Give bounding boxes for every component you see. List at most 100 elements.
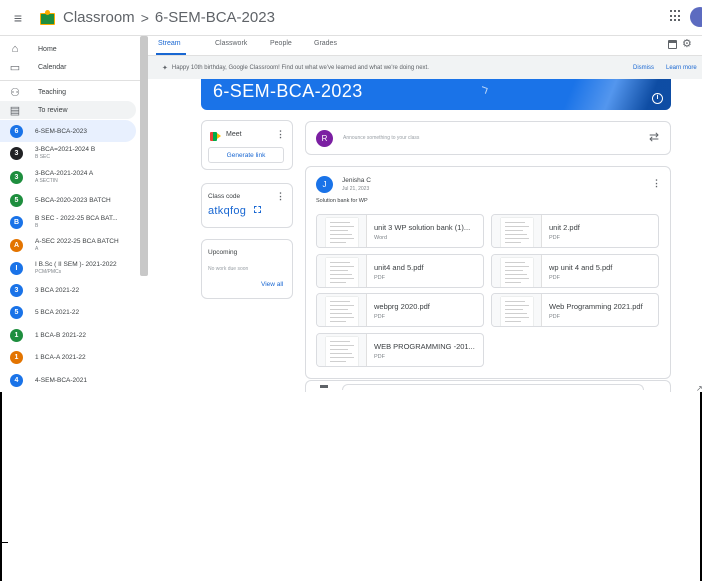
sidebar-scrollbar[interactable]: [140, 36, 148, 276]
calendar-icon[interactable]: [668, 40, 677, 49]
sidebar-item-teaching[interactable]: ⚇ Teaching: [0, 83, 136, 101]
more-options-icon[interactable]: ⋮: [652, 179, 661, 188]
attachment-name: unit 3 WP solution bank (1)...: [374, 223, 471, 232]
class-section: A: [35, 246, 39, 252]
class-code-value: atkqfog: [208, 205, 247, 217]
sidebar-class-item[interactable]: 3 3 BCA 2021-22: [0, 279, 136, 301]
class-name: 5-BCA-2020-2023 BATCH: [35, 196, 111, 204]
attachment-card[interactable]: Web Programming 2021.pdf PDF: [491, 293, 659, 327]
post-text: Solution bank for WP: [316, 198, 368, 204]
calendar-icon: ▭: [9, 61, 21, 74]
view-all-link[interactable]: View all: [261, 281, 283, 288]
attachment-name: WEB PROGRAMMING -201...: [374, 342, 475, 351]
sidebar-class-item[interactable]: B B SEC - 2022-25 BCA BAT... B: [0, 211, 136, 233]
attachment-name: unit4 and 5.pdf: [374, 263, 424, 272]
class-section: A SECTIN: [35, 178, 58, 184]
sidebar-class-item[interactable]: 6 6-SEM-BCA-2023: [0, 120, 136, 142]
sidebar-class-item[interactable]: 4 4-SEM-BCA-2021: [0, 369, 136, 391]
more-options-icon[interactable]: ⋮: [276, 130, 285, 139]
class-name: A-SEC 2022-25 BCA BATCH: [35, 238, 119, 245]
attachment-card[interactable]: webprg 2020.pdf PDF: [316, 293, 484, 327]
attachment-card[interactable]: unit 2.pdf PDF: [491, 214, 659, 248]
attachment-type: PDF: [549, 275, 560, 281]
sidebar-class-item[interactable]: 3 3-BCA=2021-2024 BB SEC: [0, 142, 136, 164]
google-apps-icon[interactable]: [670, 10, 682, 22]
sidebar-class-item[interactable]: 1 1 BCA-B 2021-22: [0, 324, 136, 346]
repost-icon[interactable]: ⇄: [649, 130, 659, 144]
user-avatar: R: [316, 130, 333, 147]
main-menu-icon[interactable]: ≡: [0, 0, 36, 36]
dismiss-button[interactable]: Dismiss: [633, 65, 654, 71]
class-initial-badge: 1: [10, 328, 23, 342]
class-section: B SEC: [35, 154, 51, 160]
learn-more-link[interactable]: Learn more: [666, 65, 697, 71]
class-initial-badge: I: [10, 261, 23, 275]
upcoming-card: Upcoming No work due soon View all: [201, 239, 293, 299]
sidebar-class-item[interactable]: A A-SEC 2022-25 BCA BATCH A: [0, 234, 136, 256]
people-icon: [320, 385, 328, 388]
class-name: 1 BCA-A 2021-22: [35, 353, 86, 361]
comment-input[interactable]: [342, 384, 644, 390]
sidebar: ⌂ Home ▭ Calendar ⚇ Teaching ▤ To review…: [0, 36, 148, 392]
class-name: 4-SEM-BCA-2021: [35, 376, 88, 384]
sidebar-class-item[interactable]: 5 5-BCA-2020-2023 BATCH: [0, 189, 136, 211]
class-section: PCM/PMCs: [35, 269, 62, 275]
app-title[interactable]: Classroom: [63, 9, 135, 26]
sidebar-class-item[interactable]: 5 5 BCA 2021-22: [0, 301, 136, 323]
review-icon: ▤: [9, 104, 21, 117]
sidebar-class-item[interactable]: 3 3-BCA-2021-2024 AA SECTIN: [0, 166, 136, 188]
attachment-name: unit 2.pdf: [549, 223, 580, 232]
blank-area: [0, 392, 702, 581]
attachment-card[interactable]: unit4 and 5.pdf PDF: [316, 254, 484, 288]
attachment-card[interactable]: WEB PROGRAMMING -201... PDF: [316, 333, 484, 367]
sidebar-item-label: To review: [38, 106, 68, 114]
attachment-card[interactable]: wp unit 4 and 5.pdf PDF: [491, 254, 659, 288]
settings-icon[interactable]: ⚙: [682, 38, 692, 50]
attachment-type: PDF: [549, 235, 560, 241]
active-tab-indicator: [156, 53, 186, 55]
document-thumbnail: [492, 294, 542, 326]
sidebar-item-label: Calendar: [38, 63, 67, 71]
class-initial-badge: 5: [10, 305, 23, 319]
tab-stream[interactable]: Stream: [158, 40, 181, 47]
class-name: 3-BCA-2021-2024 A: [35, 170, 94, 177]
upcoming-empty-text: No work due soon: [208, 266, 249, 272]
attachment-card[interactable]: unit 3 WP solution bank (1)... Word: [316, 214, 484, 248]
more-options-icon[interactable]: ⋮: [276, 192, 285, 201]
document-thumbnail: [317, 294, 367, 326]
home-icon: ⌂: [11, 43, 19, 55]
sidebar-item-to-review[interactable]: ▤ To review: [0, 101, 136, 119]
tab-people[interactable]: People: [270, 40, 292, 47]
announce-placeholder[interactable]: Announce something to your class: [343, 135, 419, 141]
document-thumbnail: [492, 215, 542, 247]
sidebar-class-item[interactable]: I I B.Sc ( II SEM )- 2021-2022 PCM/PMCs: [0, 257, 136, 279]
class-name: 6-SEM-BCA-2023: [35, 127, 88, 135]
class-banner-title: 6-SEM-BCA-2023: [213, 81, 363, 101]
class-name: I B.Sc ( II SEM )- 2021-2022: [35, 261, 117, 268]
announce-box[interactable]: R Announce something to your class ⇄: [305, 121, 671, 155]
fullscreen-icon[interactable]: [254, 206, 261, 213]
banner-decoration: [480, 86, 488, 94]
class-initial-badge: B: [10, 215, 23, 229]
announcement-banner: ✦ Happy 10th birthday, Google Classroom!…: [148, 56, 702, 79]
classroom-logo-icon[interactable]: [40, 9, 55, 26]
tab-grades[interactable]: Grades: [314, 40, 337, 47]
author-avatar: J: [316, 176, 333, 193]
account-avatar[interactable]: [690, 7, 702, 27]
attachment-type: PDF: [374, 275, 385, 281]
generate-link-button[interactable]: Generate link: [208, 147, 284, 163]
class-initial-badge: 4: [10, 373, 23, 387]
class-title[interactable]: 6-SEM-BCA-2023: [155, 9, 275, 26]
info-icon[interactable]: i: [652, 93, 663, 104]
sidebar-divider: [0, 80, 140, 81]
attachment-type: Word: [374, 235, 388, 241]
sidebar-item-home[interactable]: ⌂ Home: [0, 40, 136, 58]
top-app-bar: ≡ Classroom > 6-SEM-BCA-2023: [0, 0, 702, 36]
tab-classwork[interactable]: Classwork: [215, 40, 247, 47]
class-name: 3 BCA 2021-22: [35, 286, 80, 294]
sidebar-item-label: Teaching: [38, 88, 67, 96]
sidebar-class-item[interactable]: 1 1 BCA-A 2021-22: [0, 346, 136, 368]
class-initial-badge: A: [10, 238, 23, 252]
sidebar-item-calendar[interactable]: ▭ Calendar: [0, 58, 136, 76]
document-thumbnail: [492, 255, 542, 287]
